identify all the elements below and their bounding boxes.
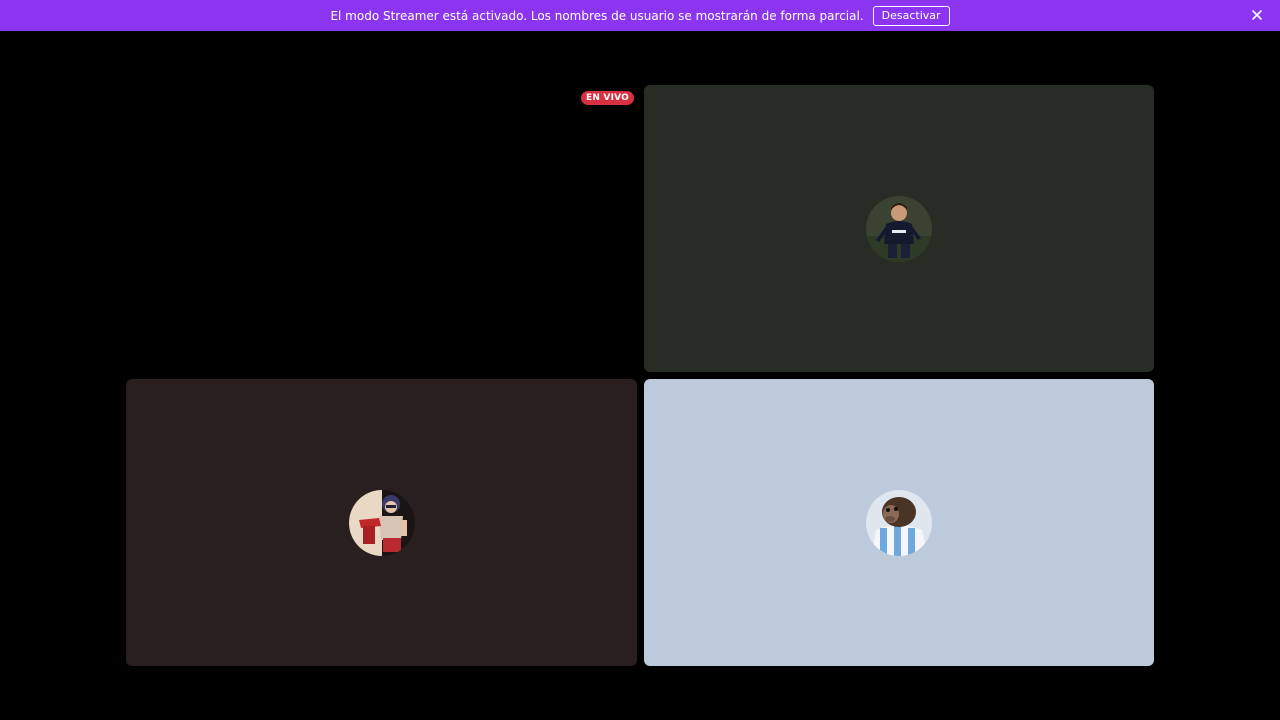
streamer-mode-banner: El modo Streamer está activado. Los nomb…	[0, 0, 1280, 31]
video-call-stage: EN VIVO	[0, 31, 1280, 720]
monkey-jersey-avatar-icon	[866, 489, 932, 556]
football-player-avatar-icon	[866, 195, 932, 262]
close-icon[interactable]	[1250, 8, 1264, 22]
participant-tile[interactable]	[644, 379, 1154, 666]
cartoon-girl-avatar-icon	[348, 489, 415, 556]
streamer-mode-message: El modo Streamer está activado. Los nomb…	[330, 8, 864, 23]
participant-tile[interactable]	[644, 85, 1154, 372]
participant-tile-empty	[126, 85, 637, 372]
participant-tile[interactable]	[126, 379, 637, 666]
live-badge: EN VIVO	[581, 91, 634, 105]
deactivate-button[interactable]: Desactivar	[872, 5, 950, 26]
